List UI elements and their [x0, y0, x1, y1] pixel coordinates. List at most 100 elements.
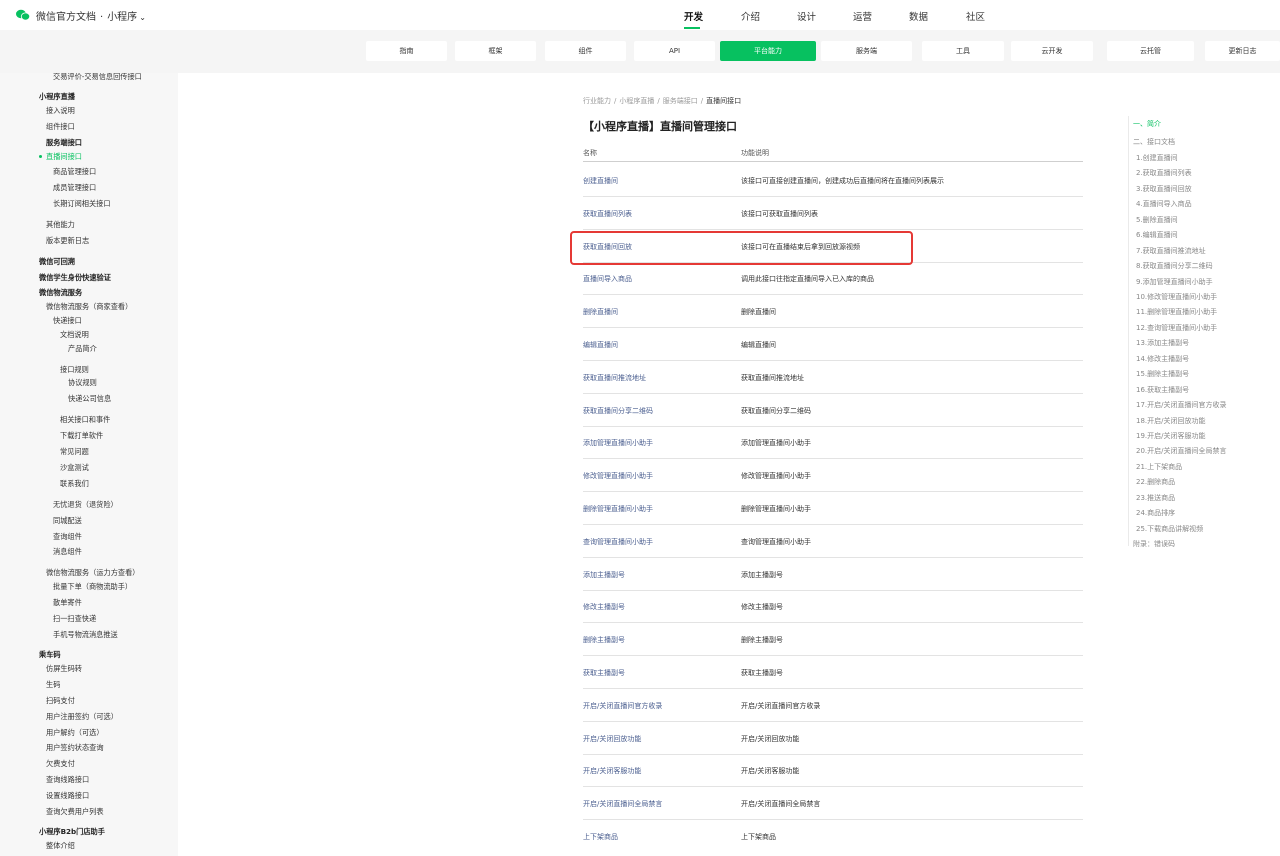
sidebar-item[interactable]: 其他能力	[46, 220, 75, 229]
toc-item[interactable]: 3.获取直播间回放	[1136, 184, 1192, 194]
sidebar-item[interactable]: 乘车码	[39, 650, 61, 659]
sidebar-item[interactable]: 整体介绍	[46, 841, 75, 850]
toc-item[interactable]: 附录：错误码	[1133, 539, 1175, 549]
api-name-link[interactable]: 获取直播间推流地址	[583, 373, 646, 383]
toc-item[interactable]: 2.获取直播间列表	[1136, 168, 1192, 178]
subnav-tab[interactable]: 更新日志	[1205, 41, 1280, 61]
sidebar-item[interactable]: 小程序直播	[39, 92, 75, 101]
sidebar-item[interactable]: 无忧退货（退货险）	[53, 500, 118, 509]
toc-item[interactable]: 19.开启/关闭客服功能	[1136, 431, 1206, 441]
toc-item[interactable]: 23.推送商品	[1136, 493, 1175, 503]
toc-item[interactable]: 一、简介	[1133, 119, 1161, 129]
api-name-link[interactable]: 修改主播副号	[583, 602, 625, 612]
sidebar-item[interactable]: 沙盒测试	[60, 463, 89, 472]
sidebar-item[interactable]: 扫码支付	[46, 696, 75, 705]
sidebar-item[interactable]: 接入说明	[46, 106, 75, 115]
subnav-tab[interactable]: 工具	[922, 41, 1004, 61]
toc-item[interactable]: 24.商品排序	[1136, 508, 1175, 518]
toc-item[interactable]: 21.上下架商品	[1136, 462, 1182, 472]
sidebar-item[interactable]: 文档说明	[60, 330, 89, 339]
sidebar-item[interactable]: 组件接口	[46, 122, 75, 131]
breadcrumb-item[interactable]: 行业能力	[583, 97, 611, 105]
toc-item[interactable]: 20.开启/关闭直播间全局禁言	[1136, 446, 1227, 456]
toc-item[interactable]: 8.获取直播间分享二维码	[1136, 261, 1213, 271]
sidebar-item[interactable]: 联系我们	[60, 479, 89, 488]
toc-item[interactable]: 二、接口文档	[1133, 137, 1175, 147]
toc-item[interactable]: 12.查询管理直播间小助手	[1136, 323, 1217, 333]
sidebar-item[interactable]: 同城配送	[53, 516, 82, 525]
sidebar-item[interactable]: 查询欠费用户列表	[46, 807, 104, 816]
toc-item[interactable]: 5.删除直播间	[1136, 215, 1178, 225]
toc-item[interactable]: 18.开启/关闭回放功能	[1136, 416, 1206, 426]
api-name-link[interactable]: 编辑直播间	[583, 340, 618, 350]
sidebar-item[interactable]: 成员管理接口	[53, 183, 96, 192]
api-name-link[interactable]: 创建直播间	[583, 176, 618, 186]
toc-item[interactable]: 25.下载商品讲解视频	[1136, 524, 1203, 534]
api-name-link[interactable]: 添加管理直播间小助手	[583, 438, 653, 448]
sidebar-item[interactable]: 手机号物流消息推送	[53, 630, 118, 639]
sidebar-item[interactable]: 微信学生身份快速验证	[39, 273, 111, 282]
sidebar-item[interactable]: 设置线路接口	[46, 791, 89, 800]
sidebar-item[interactable]: 产品简介	[68, 344, 97, 353]
toc-item[interactable]: 9.添加管理直播间小助手	[1136, 277, 1213, 287]
toc-item[interactable]: 17.开启/关闭直播间官方收录	[1136, 400, 1227, 410]
sidebar-item[interactable]: 服务端接口	[46, 138, 82, 147]
sidebar-item[interactable]: 扫一扫查快递	[53, 614, 96, 623]
toc-item[interactable]: 1.创建直播间	[1136, 153, 1178, 163]
sidebar-item[interactable]: 商品管理接口	[53, 167, 96, 176]
api-name-link[interactable]: 开启/关闭直播间官方收录	[583, 701, 662, 711]
toc-item[interactable]: 15.删除主播副号	[1136, 369, 1189, 379]
sidebar-item[interactable]: 协议规则	[68, 378, 97, 387]
sidebar-item[interactable]: 查询线路接口	[46, 775, 89, 784]
api-name-link[interactable]: 开启/关闭回放功能	[583, 734, 641, 744]
sidebar-item[interactable]: 快递接口	[53, 316, 82, 325]
toc-item[interactable]: 22.删除商品	[1136, 477, 1175, 487]
sidebar-item[interactable]: 交易评价-交易信息回传接口	[53, 73, 142, 81]
sidebar-item[interactable]: 欠费支付	[46, 759, 75, 768]
sidebar-item[interactable]: 批量下单（商物流助手）	[53, 582, 132, 591]
api-name-link[interactable]: 获取直播间列表	[583, 209, 632, 219]
sidebar-item[interactable]: 用户解约（可选）	[46, 728, 104, 737]
sidebar-item[interactable]: 仿屏生码转	[46, 664, 82, 673]
sidebar-item[interactable]: 微信物流服务（商家查看）	[46, 302, 132, 311]
api-name-link[interactable]: 添加主播副号	[583, 570, 625, 580]
sidebar-item[interactable]: 查询组件	[53, 532, 82, 541]
subnav-tab[interactable]: 框架	[455, 41, 536, 61]
toc-item[interactable]: 4.直播间导入商品	[1136, 199, 1192, 209]
toc-item[interactable]: 11.删除管理直播间小助手	[1136, 307, 1217, 317]
api-name-link[interactable]: 上下架商品	[583, 832, 618, 842]
sidebar-item[interactable]: 长期订阅相关接口	[53, 199, 111, 208]
breadcrumb-item[interactable]: 服务端接口	[663, 97, 698, 105]
subnav-tab[interactable]: 指南	[366, 41, 447, 61]
sidebar-item[interactable]: 消息组件	[53, 547, 82, 556]
subnav-tab[interactable]: 云托管	[1107, 41, 1194, 61]
subnav-tab[interactable]: 组件	[545, 41, 626, 61]
sidebar-item[interactable]: 微信可回溯	[39, 257, 75, 266]
toc-item[interactable]: 16.获取主播副号	[1136, 385, 1189, 395]
top-nav-item[interactable]: 介绍	[741, 9, 760, 23]
api-name-link[interactable]: 删除主播副号	[583, 635, 625, 645]
subnav-tab[interactable]: 服务端	[821, 41, 912, 61]
api-name-link[interactable]: 获取主播副号	[583, 668, 625, 678]
subnav-tab[interactable]: API	[634, 41, 715, 61]
toc-item[interactable]: 14.修改主播副号	[1136, 354, 1189, 364]
api-name-link[interactable]: 修改管理直播间小助手	[583, 471, 653, 481]
top-nav-item[interactable]: 运营	[853, 9, 872, 23]
top-nav-item[interactable]: 社区	[966, 9, 985, 23]
top-nav-item[interactable]: 数据	[909, 9, 928, 23]
sidebar-item[interactable]: 微信物流服务	[39, 288, 82, 297]
api-name-link[interactable]: 直播间导入商品	[583, 274, 632, 284]
sidebar-item[interactable]: 下载打单软件	[60, 431, 103, 440]
top-nav-item[interactable]: 开发	[684, 9, 703, 23]
sidebar-item[interactable]: 快递公司信息	[68, 394, 111, 403]
api-name-link[interactable]: 开启/关闭客服功能	[583, 766, 641, 776]
sidebar-item[interactable]: 接口规则	[60, 365, 89, 374]
sidebar-item[interactable]: 散单寄件	[53, 598, 82, 607]
sidebar-item[interactable]: 用户签约状态查询	[46, 743, 104, 752]
sidebar-item[interactable]: 生码	[46, 680, 60, 689]
sidebar-item[interactable]: 用户注册签约（可选）	[46, 712, 118, 721]
toc-item[interactable]: 10.修改管理直播间小助手	[1136, 292, 1217, 302]
api-name-link[interactable]: 开启/关闭直播间全局禁言	[583, 799, 662, 809]
sidebar-item[interactable]: 相关接口和事件	[60, 415, 110, 424]
subnav-tab[interactable]: 平台能力	[720, 41, 816, 61]
